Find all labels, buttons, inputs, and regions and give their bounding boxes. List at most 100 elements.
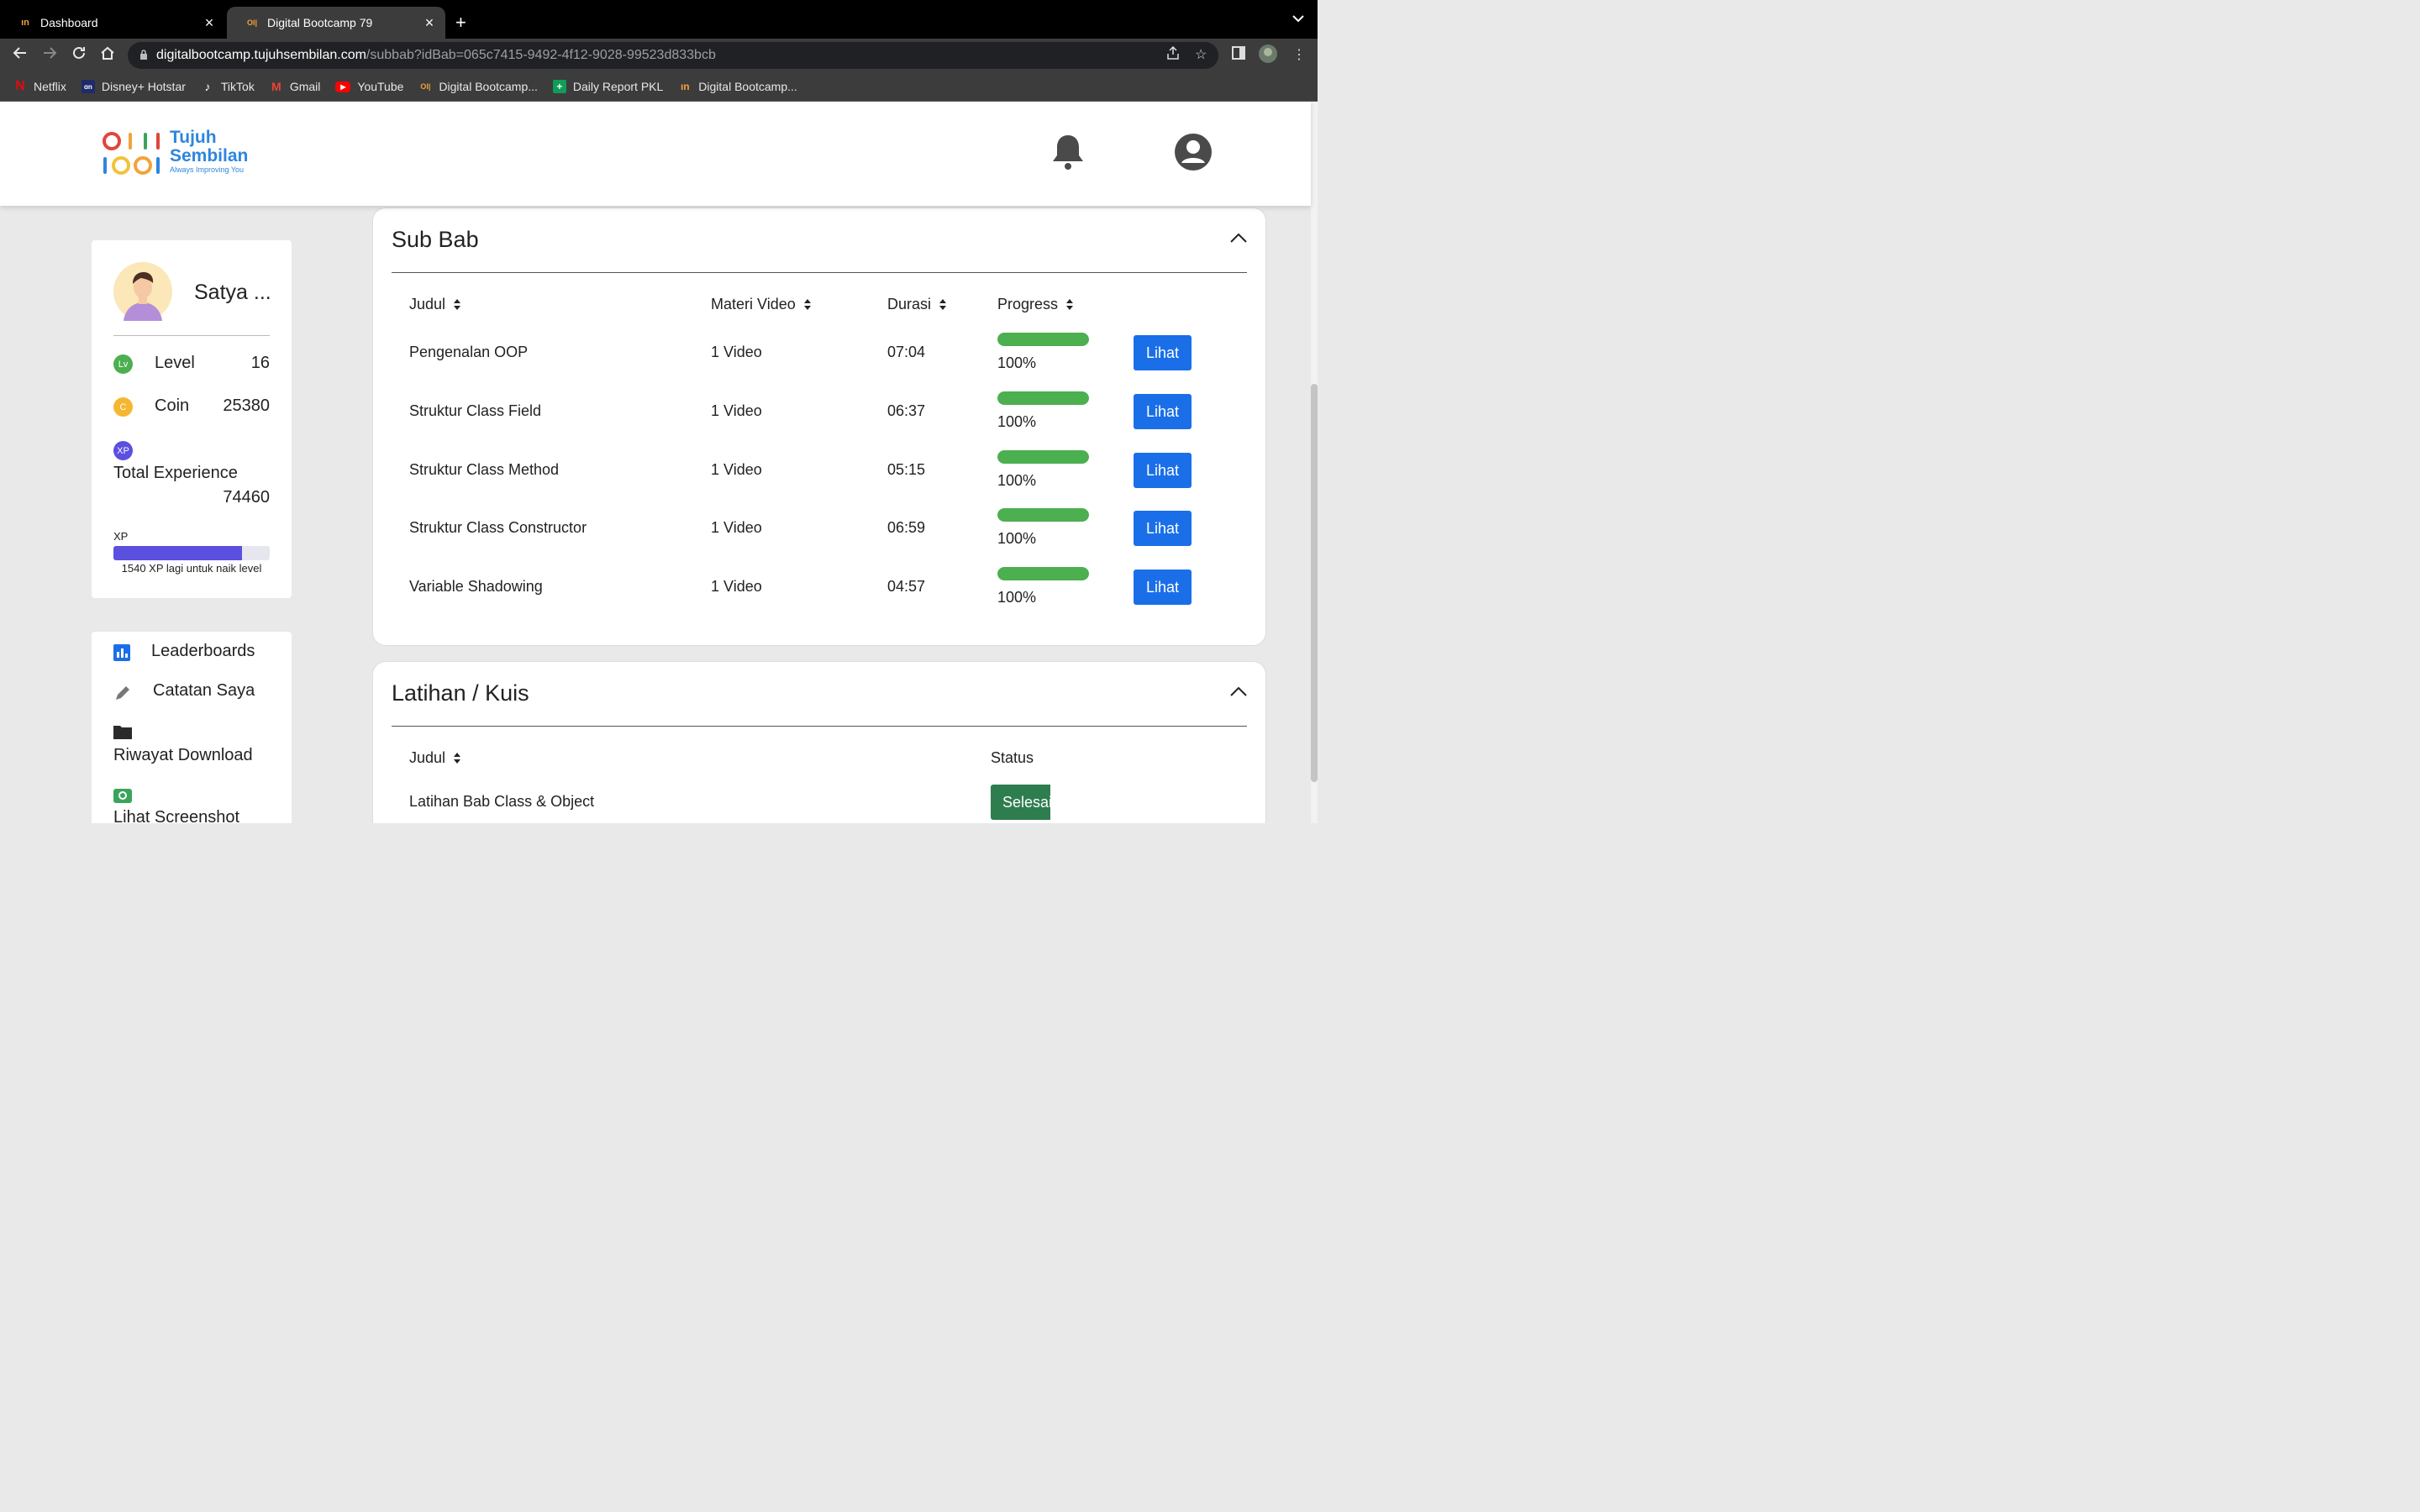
row-materi: 1 Video (711, 402, 762, 419)
logo-tagline: Always Improving You (170, 165, 245, 174)
row-judul: Latihan Bab Class & Object (409, 793, 595, 810)
menu-item-leaderboards[interactable]: Leaderboards (113, 642, 281, 667)
level-value: 16 (250, 354, 270, 372)
sort-icon (803, 298, 811, 311)
user-avatar (113, 262, 172, 325)
latihan-title: Latihan / Kuis (392, 680, 529, 706)
sort-icon (454, 752, 461, 764)
subbab-panel: Sub Bab Judul Materi Video Durasi Progre… (372, 207, 1266, 646)
new-tab-icon[interactable]: + (455, 12, 466, 34)
gmail-icon: M (271, 80, 281, 93)
status-selesai-button[interactable]: Selesai (991, 785, 1050, 820)
row-judul: Struktur Class Constructor (409, 519, 587, 536)
bookmark-gmail[interactable]: M Gmail (270, 80, 321, 93)
coin-badge-icon: C (113, 397, 133, 417)
bookmark-daily-report[interactable]: + Daily Report PKL (552, 80, 663, 93)
menu-item-catatan-saya[interactable]: Catatan Saya (113, 681, 281, 706)
progress-fill (997, 391, 1089, 405)
menu-label: Leaderboards (151, 642, 255, 660)
collapse-chevron-icon[interactable] (1230, 232, 1247, 249)
site-header: Tujuh Sembilan Always Improving You (0, 102, 1311, 206)
bookmarks-bar: N Netflix ɑn Disney+ Hotstar ♪ TikTok M … (0, 72, 1318, 102)
progress-bar (997, 508, 1089, 522)
close-tab-icon[interactable]: × (202, 14, 217, 32)
logo-line-1: Tujuh (170, 128, 217, 147)
reload-icon[interactable] (69, 45, 89, 65)
xp-progress-fill (113, 546, 242, 560)
row-progress-text: 100% (997, 354, 1037, 371)
latihan-divider (392, 726, 1247, 727)
bookmark-hotstar[interactable]: ɑn Disney+ Hotstar (81, 80, 186, 93)
lihat-button[interactable]: Lihat (1134, 394, 1192, 429)
user-account-icon[interactable] (1174, 133, 1213, 176)
tujuhsembilan-favicon-icon: Ol| (246, 18, 258, 27)
level-badge-icon: Lv (113, 354, 133, 374)
lihat-button[interactable]: Lihat (1134, 511, 1192, 546)
kebab-menu-icon[interactable]: ⋮ (1292, 46, 1306, 63)
header-label: Judul (409, 749, 446, 766)
bookmark-digital-bootcamp-2[interactable]: ın Digital Bootcamp... (678, 80, 797, 93)
tab-title: Dashboard (40, 16, 98, 29)
header-label: Progress (997, 296, 1059, 312)
menu-item-lihat-screenshot[interactable]: Lihat Screenshot (113, 786, 281, 823)
tab-dashboard[interactable]: ın Dashboard × (0, 7, 225, 39)
collapse-chevron-icon[interactable] (1230, 685, 1247, 702)
bookmark-star-icon[interactable]: ☆ (1195, 46, 1207, 63)
bookmark-tiktok[interactable]: ♪ TikTok (201, 80, 254, 93)
browser-toolbar: digitalbootcamp.tujuhsembilan.com/subbab… (0, 39, 1318, 72)
menu-item-riwayat-download[interactable]: Riwayat Download (113, 721, 281, 768)
total-experience-label: Total Experience (113, 464, 238, 482)
profile-divider (113, 335, 270, 336)
side-menu-card: Leaderboards Catatan Saya Riwayat Downlo… (92, 632, 292, 823)
progress-bar (997, 333, 1089, 346)
column-header-status: Status (991, 749, 1034, 767)
xp-progress-bar (113, 546, 270, 560)
lock-icon[interactable] (139, 49, 148, 62)
row-materi: 1 Video (711, 461, 762, 478)
bookmark-digital-bootcamp-1[interactable]: Ol| Digital Bootcamp... (418, 80, 538, 93)
bookmark-label: YouTube (357, 80, 404, 93)
menu-label: Catatan Saya (153, 681, 255, 700)
row-judul: Struktur Class Method (409, 461, 560, 478)
column-header-materi-video[interactable]: Materi Video (711, 296, 811, 313)
home-icon[interactable] (97, 45, 118, 65)
row-materi: 1 Video (711, 519, 762, 536)
column-header-judul[interactable]: Judul (409, 749, 461, 767)
close-tab-icon[interactable]: × (422, 14, 437, 32)
progress-bar (997, 450, 1089, 464)
profile-avatar-icon[interactable] (1258, 44, 1278, 68)
notification-bell-icon[interactable] (1052, 134, 1084, 175)
sheets-icon: + (552, 80, 566, 93)
bookmark-youtube[interactable]: ▶ YouTube (335, 80, 403, 93)
forward-arrow-icon[interactable] (39, 45, 60, 65)
scrollbar-thumb[interactable] (1311, 384, 1318, 782)
column-header-durasi[interactable]: Durasi (887, 296, 947, 313)
progress-fill (997, 567, 1089, 580)
sort-icon (939, 298, 947, 311)
back-arrow-icon[interactable] (10, 45, 30, 65)
address-bar[interactable]: digitalbootcamp.tujuhsembilan.com/subbab… (128, 42, 1218, 69)
tab-title: Digital Bootcamp 79 (267, 16, 373, 29)
tab-search-chevron-icon[interactable] (1292, 12, 1304, 25)
bootcamp-favicon-icon: ın (21, 18, 29, 28)
share-icon[interactable] (1166, 45, 1180, 64)
lihat-button[interactable]: Lihat (1134, 570, 1192, 605)
row-durasi: 05:15 (887, 461, 926, 478)
bookmark-netflix[interactable]: N Netflix (13, 79, 66, 93)
bookmark-label: Digital Bootcamp... (439, 80, 538, 93)
lihat-button[interactable]: Lihat (1134, 453, 1192, 488)
bookmark-label: Gmail (289, 80, 321, 93)
column-header-progress[interactable]: Progress (997, 296, 1074, 313)
lihat-button[interactable]: Lihat (1134, 335, 1192, 370)
row-judul: Struktur Class Field (409, 402, 542, 419)
column-header-judul[interactable]: Judul (409, 296, 461, 313)
row-judul: Variable Shadowing (409, 578, 543, 595)
hotstar-icon: ɑn (81, 80, 95, 93)
page-scrollbar[interactable] (1311, 102, 1318, 823)
tab-digital-bootcamp[interactable]: Ol| Digital Bootcamp 79 × (227, 7, 445, 39)
bookmark-label: Digital Bootcamp... (698, 80, 797, 93)
side-panel-icon[interactable] (1232, 46, 1245, 64)
youtube-icon: ▶ (335, 81, 351, 92)
row-materi: 1 Video (711, 578, 762, 595)
bookmark-label: Netflix (34, 80, 66, 93)
